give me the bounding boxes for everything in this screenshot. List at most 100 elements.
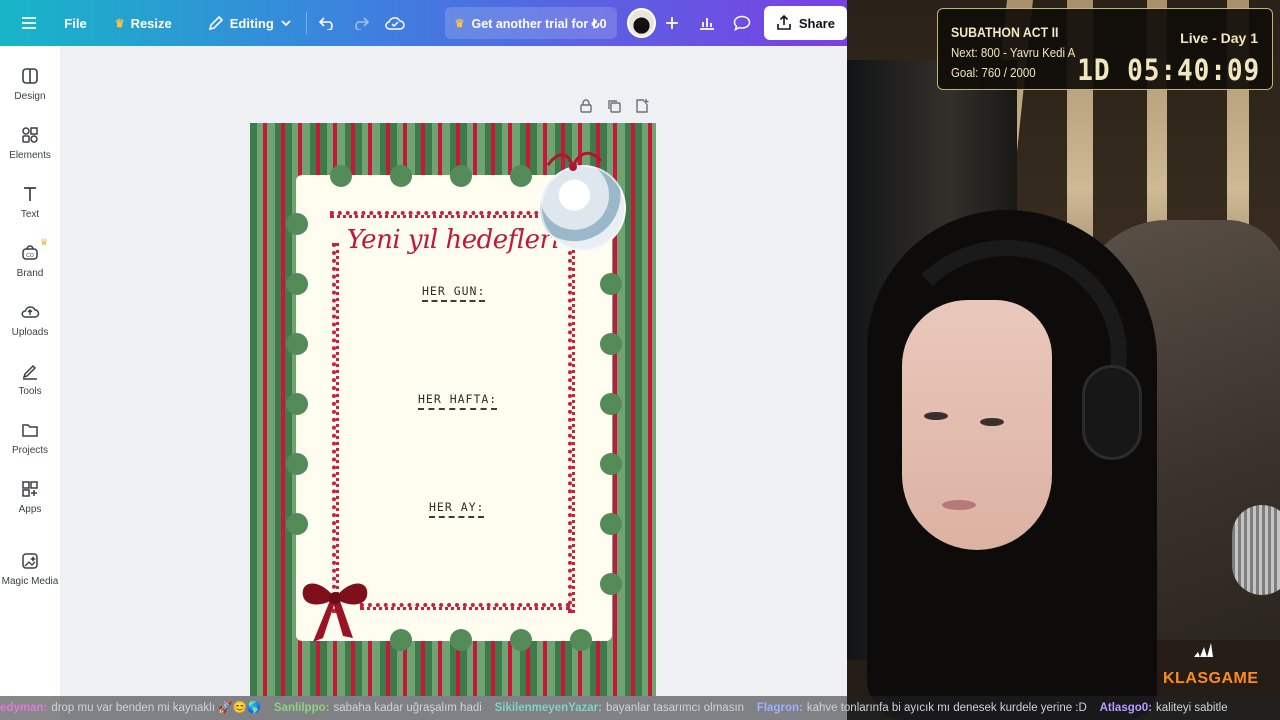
- menu-icon[interactable]: [13, 7, 44, 39]
- resize-button[interactable]: ♛ Resize: [107, 7, 180, 39]
- chat-message: SikilenmeyenYazar: bayanlar tasarımcı olm…: [495, 702, 744, 714]
- sidebar-item-design[interactable]: Design: [0, 66, 60, 102]
- crown-icon: ♛: [114, 17, 125, 30]
- section-heading[interactable]: HER GUN:: [422, 284, 486, 302]
- design-page[interactable]: Yeni yıl hedefleri HER GUN: HER HAFTA: H…: [250, 123, 656, 696]
- cloud-saved-icon[interactable]: [379, 7, 410, 39]
- scallop-decoration: [286, 273, 308, 295]
- overlay-goal-progress: Goal: 760 / 2000: [951, 65, 1036, 80]
- sidebar-item-elements[interactable]: Elements: [0, 125, 60, 161]
- sidebar-item-tools[interactable]: Tools: [0, 361, 60, 397]
- chat-username: edyman:: [0, 702, 48, 714]
- scallop-decoration: [510, 165, 532, 187]
- overlay-title: SUBATHON ACT II: [951, 24, 1059, 40]
- chevron-down-icon: [281, 20, 291, 27]
- chat-message: Sanlilppo: sabaha kadar uğraşalım hadi: [274, 702, 482, 714]
- sidebar-item-uploads[interactable]: Uploads: [0, 302, 60, 338]
- overlay-timer: 1D 05:40:09: [1077, 53, 1260, 87]
- share-label: Share: [798, 15, 835, 31]
- lock-icon[interactable]: [578, 98, 594, 114]
- scallop-decoration: [600, 453, 622, 475]
- trial-button[interactable]: ♛ Get another trial for ₺0: [444, 7, 617, 39]
- sidebar-item-label: Apps: [18, 504, 42, 515]
- tools-icon: [22, 364, 37, 380]
- crown-icon: ♛: [454, 17, 465, 30]
- screen: File ♛ Resize Editing ♛ Get another tria…: [0, 0, 1280, 720]
- file-label: File: [64, 15, 87, 31]
- chat-text: sabaha kadar uğraşalım hadi: [333, 702, 482, 714]
- christmas-ornament-image[interactable]: [540, 165, 626, 251]
- chat-text: kaliteyi sabitle: [1156, 702, 1228, 714]
- comment-icon[interactable]: [727, 7, 758, 39]
- redo-icon[interactable]: [344, 7, 375, 39]
- scallop-decoration: [390, 629, 412, 651]
- sidebar-item-label: Tools: [18, 386, 42, 397]
- bow-icon[interactable]: [295, 568, 375, 648]
- sidebar-item-label: Brand: [16, 268, 44, 279]
- magic-media-icon: [22, 553, 38, 569]
- apps-icon: [22, 481, 38, 497]
- chat-text: kahve tonlarınfa bi ayıcık mı denesek ku…: [806, 702, 1087, 714]
- design-icon: [22, 68, 38, 84]
- sidebar-item-apps[interactable]: Apps: [0, 479, 60, 515]
- share-icon: [777, 15, 791, 30]
- undo-icon[interactable]: [313, 7, 344, 39]
- sidebar-item-brand[interactable]: ♛ CO Brand: [0, 237, 60, 279]
- scallop-decoration: [600, 573, 622, 595]
- adidas-logo-icon: [1194, 643, 1213, 657]
- scallop-decoration: [600, 393, 622, 415]
- dotted-border: [568, 243, 575, 613]
- scallop-decoration: [510, 629, 532, 651]
- dotted-border: [360, 603, 570, 610]
- left-sidebar: Design Elements Text ♛ CO Brand Uploads: [0, 46, 60, 720]
- editing-label: Editing: [229, 15, 274, 31]
- chat-text: drop mu var benden mi kaynaklı 🚀😊🌎: [51, 702, 262, 714]
- chat-username: SikilenmeyenYazar:: [494, 702, 602, 714]
- scallop-decoration: [450, 629, 472, 651]
- page-toolbar: [578, 98, 650, 114]
- add-collaborator-icon[interactable]: [656, 7, 687, 39]
- canva-editor: File ♛ Resize Editing ♛ Get another tria…: [0, 0, 847, 720]
- sidebar-item-projects[interactable]: Projects: [0, 420, 60, 456]
- avatar[interactable]: [626, 8, 656, 38]
- insights-chart-icon[interactable]: [691, 7, 722, 39]
- elements-icon: [22, 127, 38, 143]
- sidebar-item-label: Magic Media: [1, 576, 59, 587]
- chat-message: Atlasgo0: kaliteyi sabitle: [1100, 702, 1228, 714]
- share-button[interactable]: Share: [763, 6, 847, 40]
- uploads-icon: [21, 306, 40, 318]
- text-icon: [24, 187, 36, 201]
- section-heading[interactable]: HER AY:: [429, 500, 485, 518]
- editing-mode-button[interactable]: Editing: [200, 7, 300, 39]
- chat-ticker: edyman: drop mu var benden mi kaynaklı 🚀😊…: [0, 696, 1280, 720]
- editor-topbar: File ♛ Resize Editing ♛ Get another tria…: [0, 0, 847, 46]
- file-menu-button[interactable]: File: [56, 7, 94, 39]
- scallop-decoration: [286, 513, 308, 535]
- trial-label: Get another trial for ₺0: [471, 16, 607, 31]
- chat-username: Flagron:: [756, 702, 803, 714]
- sidebar-item-label: Uploads: [11, 327, 49, 338]
- sidebar-item-label: Text: [20, 209, 40, 220]
- duplicate-icon[interactable]: [606, 98, 622, 114]
- scallop-decoration: [330, 165, 352, 187]
- section-heading[interactable]: HER HAFTA:: [418, 392, 498, 410]
- dotted-border: [330, 211, 570, 218]
- channel-watermark: KLASGAME: [1163, 670, 1259, 687]
- sidebar-item-magic-media[interactable]: Magic Media: [0, 551, 60, 587]
- dotted-border: [332, 243, 339, 613]
- add-page-icon[interactable]: [634, 98, 650, 114]
- sidebar-item-label: Design: [14, 91, 46, 102]
- overlay-next-goal: Next: 800 - Yavru Kedi A: [951, 45, 1076, 60]
- microphone: [1232, 505, 1280, 595]
- sidebar-item-text[interactable]: Text: [0, 184, 60, 220]
- scallop-decoration: [600, 273, 622, 295]
- chat-text: bayanlar tasarımcı olmasın: [605, 702, 745, 714]
- lips: [942, 500, 976, 510]
- projects-icon: [22, 424, 38, 437]
- sidebar-item-label: Elements: [9, 150, 51, 161]
- brand-icon: CO: [22, 245, 38, 260]
- canvas-area: Yeni yıl hedefleri HER GUN: HER HAFTA: H…: [60, 46, 847, 696]
- svg-text:CO: CO: [26, 253, 34, 259]
- headset-earcup: [1082, 365, 1142, 460]
- overlay-live-day: Live - Day 1: [1180, 30, 1258, 46]
